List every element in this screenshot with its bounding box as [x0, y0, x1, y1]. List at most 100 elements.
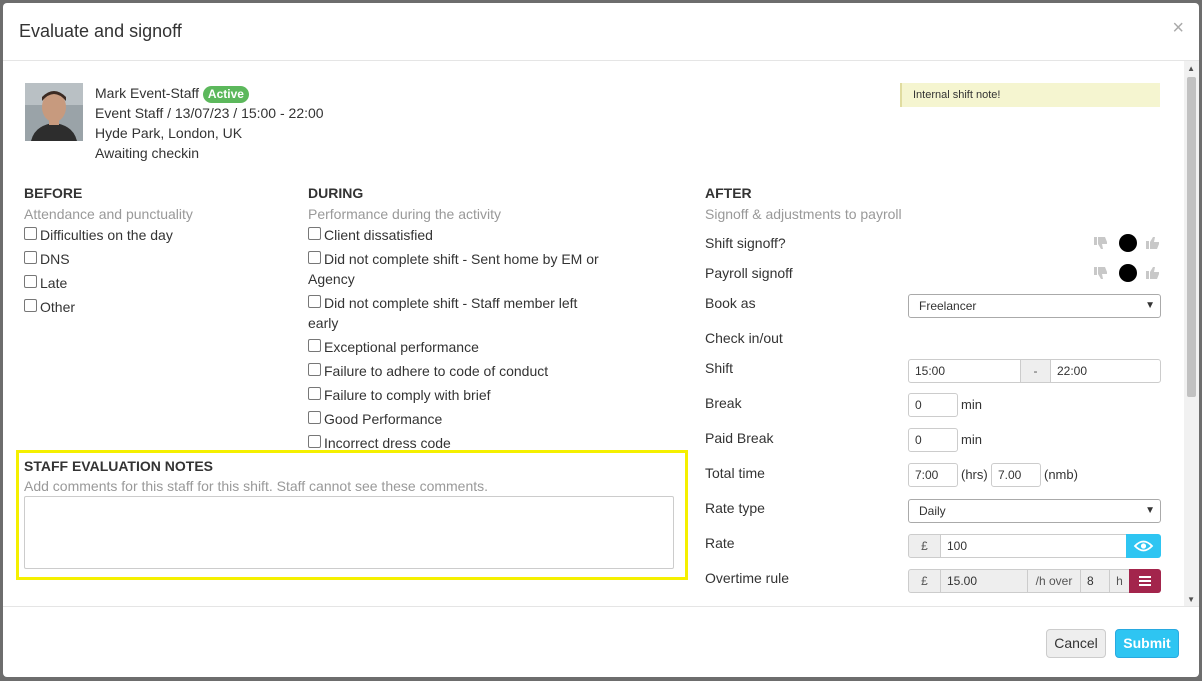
cancel-button[interactable]: Cancel [1046, 629, 1106, 658]
chevron-down-icon: ▼ [1145, 300, 1155, 311]
staff-evaluation-notes-textarea[interactable] [24, 496, 674, 569]
evaluate-signoff-modal: Evaluate and signoff × Mark Event-Staff … [3, 3, 1199, 677]
checkbox-box[interactable] [24, 275, 37, 288]
checkbox-label: Difficulties on the day [40, 227, 173, 243]
checkbox-label: DNS [40, 251, 70, 267]
overtime-currency-addon: £ [908, 569, 941, 593]
checkbox-box[interactable] [308, 339, 321, 352]
checkbox-comply-with-brief[interactable]: Failure to comply with brief [308, 385, 491, 405]
checkbox-box[interactable] [24, 299, 37, 312]
payroll-signoff-label: Payroll signoff [705, 265, 793, 281]
rate-input[interactable]: 100 [940, 534, 1127, 558]
checkbox-other[interactable]: Other [24, 297, 75, 317]
shift-end-input[interactable]: 22:00 [1050, 359, 1161, 383]
checkbox-late[interactable]: Late [24, 273, 67, 293]
total-number-input[interactable]: 7.00 [991, 463, 1041, 487]
checkbox-label: Client dissatisfied [324, 227, 433, 243]
shift-start-input[interactable]: 15:00 [908, 359, 1021, 383]
scroll-up-icon[interactable]: ▲ [1187, 64, 1195, 73]
payroll-signoff-toggle[interactable] [1093, 263, 1163, 283]
thumbs-down-icon[interactable] [1093, 235, 1109, 251]
checkbox-box[interactable] [308, 227, 321, 240]
before-subtitle: Attendance and punctuality [24, 206, 193, 222]
checkbox-box[interactable] [308, 251, 321, 264]
after-title: AFTER [705, 185, 752, 201]
modal-body: Mark Event-Staff Active Event Staff / 13… [3, 61, 1199, 606]
modal-scrollbar[interactable]: ▲ ▼ [1184, 61, 1199, 606]
avatar [25, 83, 83, 141]
thumbs-up-icon[interactable] [1145, 235, 1161, 251]
checkbox-label: Did not complete shift - Staff member le… [308, 295, 578, 331]
during-subtitle: Performance during the activity [308, 206, 501, 222]
book-as-select[interactable]: Freelancer ▼ [908, 294, 1161, 318]
paid-break-unit: min [961, 432, 982, 447]
staff-location: Hyde Park, London, UK [95, 125, 243, 141]
scroll-thumb[interactable] [1187, 77, 1196, 397]
checkbox-client-dissatisfied[interactable]: Client dissatisfied [308, 225, 433, 245]
checkbox-label: Failure to adhere to code of conduct [324, 363, 549, 379]
checkbox-box[interactable] [308, 387, 321, 400]
notes-title: STAFF EVALUATION NOTES [24, 458, 213, 474]
break-label: Break [705, 395, 742, 411]
modal-title: Evaluate and signoff [19, 21, 182, 41]
neutral-dot-icon[interactable] [1119, 264, 1137, 282]
break-input[interactable]: 0 [908, 393, 958, 417]
staff-info: Mark Event-Staff Active Event Staff / 13… [95, 83, 324, 163]
thumbs-down-icon[interactable] [1093, 265, 1109, 281]
checkbox-label: Late [40, 275, 68, 291]
checkbox-box[interactable] [308, 295, 321, 308]
checkbox-label: Good Performance [324, 411, 443, 427]
close-icon[interactable]: × [1172, 17, 1184, 40]
modal-footer: Cancel Submit [3, 606, 1199, 677]
view-rate-button[interactable] [1126, 534, 1161, 558]
during-title: DURING [308, 185, 364, 201]
checkbox-not-complete-left-early[interactable]: Did not complete shift - Staff member le… [308, 293, 598, 333]
checkbox-code-of-conduct[interactable]: Failure to adhere to code of conduct [308, 361, 548, 381]
total-time-label: Total time [705, 465, 765, 481]
book-as-value: Freelancer [919, 299, 977, 313]
checkin-status: Awaiting checkin [95, 145, 200, 161]
total-hours-input[interactable]: 7:00 [908, 463, 958, 487]
checkbox-difficulties-on-the-day[interactable]: Difficulties on the day [24, 225, 173, 245]
break-unit: min [961, 397, 982, 412]
chevron-down-icon: ▼ [1145, 505, 1155, 516]
staff-name[interactable]: Mark Event-Staff [95, 85, 199, 101]
status-badge: Active [202, 86, 249, 103]
thumbs-up-icon[interactable] [1145, 265, 1161, 281]
shift-signoff-label: Shift signoff? [705, 235, 786, 251]
notes-subtitle: Add comments for this staff for this shi… [24, 478, 489, 494]
scroll-down-icon[interactable]: ▼ [1187, 595, 1195, 604]
overtime-per-addon: /h over [1027, 569, 1081, 593]
paid-break-input[interactable]: 0 [908, 428, 958, 452]
checkin-out-label: Check in/out [705, 330, 783, 346]
overtime-hours-input[interactable]: 8 [1080, 569, 1110, 593]
checkbox-label: Failure to comply with brief [324, 387, 491, 403]
eye-icon [1133, 540, 1154, 552]
neutral-dot-icon[interactable] [1119, 234, 1137, 252]
modal-header: Evaluate and signoff × [3, 3, 1199, 61]
hours-unit: (hrs) [961, 467, 988, 482]
checkbox-box[interactable] [308, 363, 321, 376]
checkbox-label: Did not complete shift - Sent home by EM… [308, 251, 599, 287]
rate-type-select[interactable]: Daily ▼ [908, 499, 1161, 523]
checkbox-dns[interactable]: DNS [24, 249, 70, 269]
checkbox-not-complete-sent-home[interactable]: Did not complete shift - Sent home by EM… [308, 249, 608, 289]
shift-separator: - [1020, 359, 1051, 383]
after-subtitle: Signoff & adjustments to payroll [705, 206, 902, 222]
overtime-unit-addon: h [1109, 569, 1130, 593]
shift-signoff-toggle[interactable] [1093, 233, 1163, 253]
checkbox-good-performance[interactable]: Good Performance [308, 409, 442, 429]
checkbox-box[interactable] [24, 251, 37, 264]
paid-break-label: Paid Break [705, 430, 774, 446]
submit-button[interactable]: Submit [1115, 629, 1179, 658]
checkbox-box[interactable] [24, 227, 37, 240]
checkbox-box[interactable] [308, 411, 321, 424]
checkbox-exceptional-performance[interactable]: Exceptional performance [308, 337, 479, 357]
checkbox-label: Incorrect dress code [324, 435, 451, 451]
book-as-label: Book as [705, 295, 756, 311]
menu-icon [1139, 576, 1151, 586]
overtime-rate-input[interactable]: 15.00 [940, 569, 1028, 593]
internal-shift-note: Internal shift note! [900, 83, 1160, 107]
overtime-menu-button[interactable] [1129, 569, 1161, 593]
checkbox-box[interactable] [308, 435, 321, 448]
